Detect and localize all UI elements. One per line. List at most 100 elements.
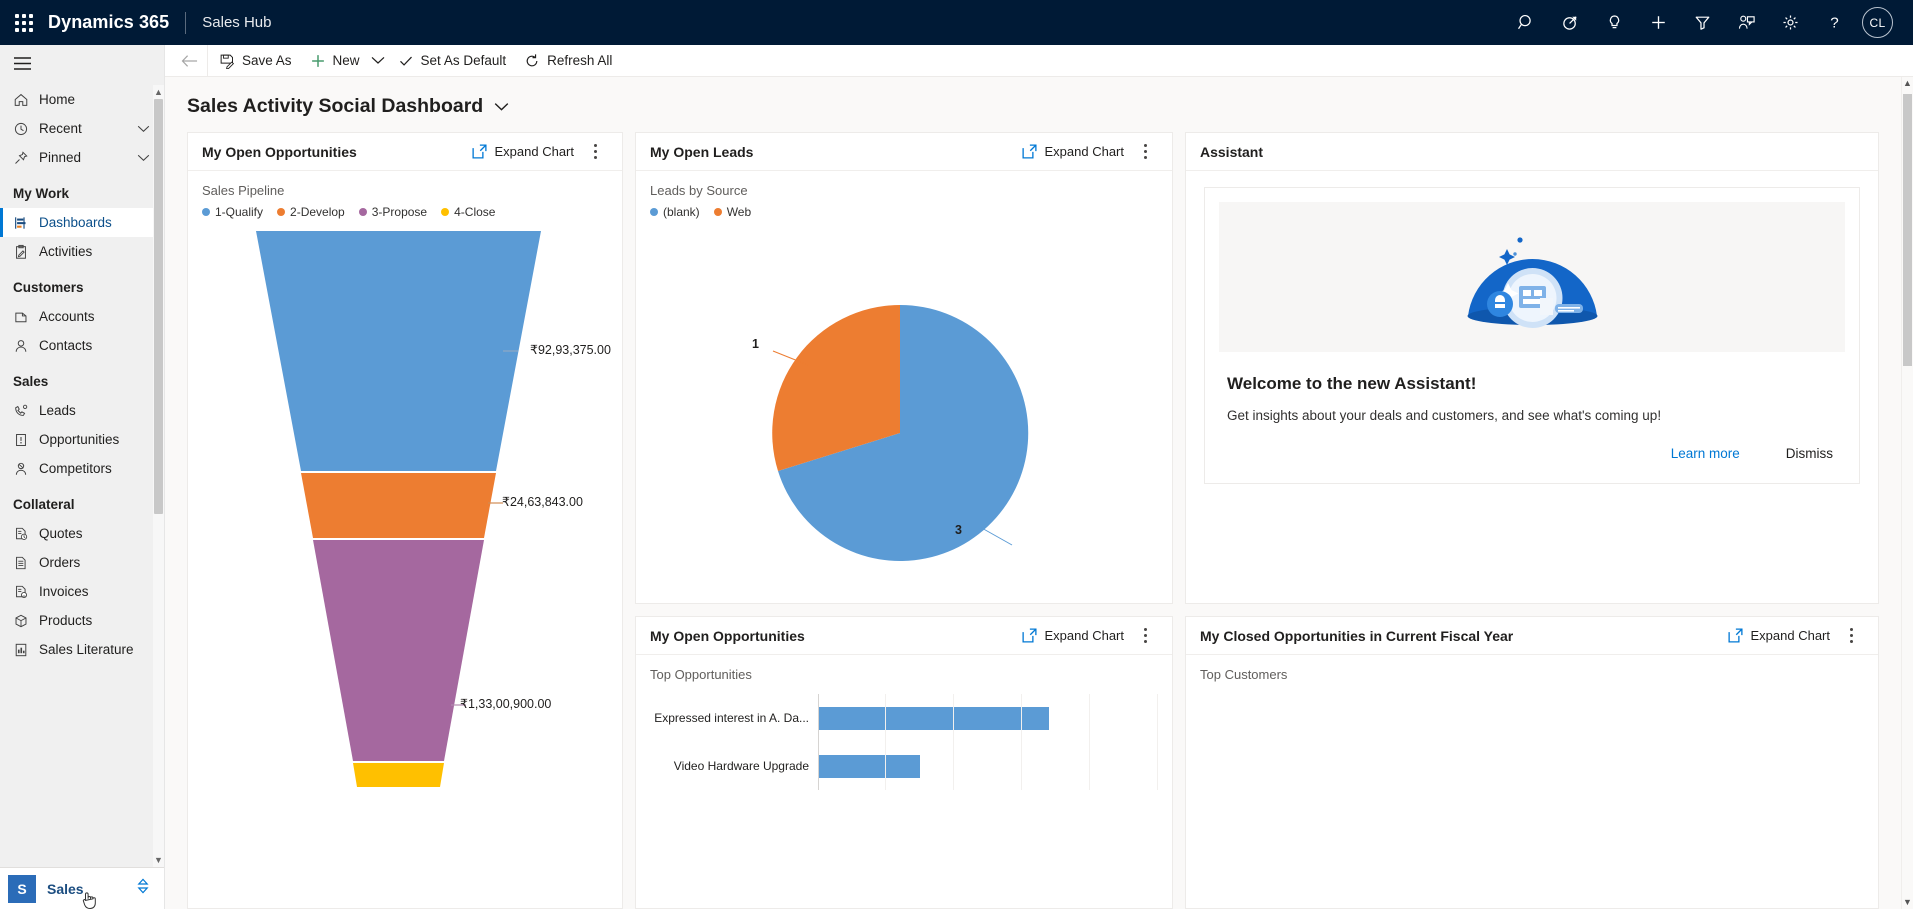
save-as-icon <box>219 53 235 69</box>
sidebar-item-sales-literature[interactable]: Sales Literature <box>0 635 164 664</box>
home-icon <box>13 92 39 108</box>
sitemap-toggle-button[interactable] <box>0 45 164 81</box>
opportunities-icon <box>13 432 39 448</box>
dashboard-scroll-thumb[interactable] <box>1903 94 1912 366</box>
legend-item[interactable]: (blank) <box>650 205 700 219</box>
dashboard-area: Sales Activity Social Dashboard My Open … <box>165 77 1913 909</box>
svg-text:?: ? <box>1830 15 1838 32</box>
dashboard-scrollbar[interactable]: ▲ ▼ <box>1901 77 1913 909</box>
legend-color-swatch <box>441 208 449 216</box>
app-badge: S <box>8 875 36 903</box>
lightbulb-icon[interactable] <box>1592 0 1636 45</box>
new-dropdown-chevron-icon[interactable] <box>369 45 389 77</box>
chart-subtitle: Sales Pipeline <box>202 183 608 198</box>
help-icon[interactable]: ? <box>1812 0 1856 45</box>
sidebar-item-leads[interactable]: Leads <box>0 396 164 425</box>
dashboard-column-3: Assistant <box>1185 132 1879 909</box>
leads-icon <box>13 403 39 419</box>
sidebar-item-quotes[interactable]: Quotes <box>0 519 164 548</box>
dismiss-button[interactable]: Dismiss <box>1786 446 1833 461</box>
legend-item[interactable]: 3-Propose <box>359 205 427 219</box>
invoices-icon <box>13 584 39 600</box>
sales-literature-icon <box>13 642 39 658</box>
card-more-options-button[interactable] <box>1838 623 1864 649</box>
main-content: Save As New Set As Default <box>165 45 1913 909</box>
card-assistant: Assistant <box>1185 132 1879 604</box>
legend-item[interactable]: 2-Develop <box>277 205 345 219</box>
sidebar-item-accounts[interactable]: Accounts <box>0 302 164 331</box>
feedback-icon[interactable] <box>1724 0 1768 45</box>
sidebar-item-label: Dashboards <box>39 215 164 230</box>
bar-category-label: Expressed interest in A. Da... <box>650 711 818 725</box>
scroll-down-icon[interactable]: ▼ <box>1903 896 1912 909</box>
app-switcher-chevron-icon[interactable] <box>136 877 156 900</box>
filter-icon[interactable] <box>1680 0 1724 45</box>
pie-data-label-web: 1 <box>752 337 759 351</box>
sidebar-scrollbar[interactable]: ▲ ▼ <box>153 85 164 867</box>
sidebar-item-opportunities[interactable]: Opportunities <box>0 425 164 454</box>
sidebar-scroll-track[interactable] <box>153 99 164 853</box>
clock-icon <box>13 121 39 137</box>
back-button[interactable] <box>173 54 205 68</box>
sidebar-item-competitors[interactable]: Competitors <box>0 454 164 483</box>
dashboard-scroll-track[interactable] <box>1902 90 1913 896</box>
set-as-default-button[interactable]: Set As Default <box>389 45 516 77</box>
user-avatar[interactable]: CL <box>1862 7 1893 38</box>
bar-row[interactable]: Video Hardware Upgrade <box>650 742 1158 790</box>
command-bar-divider <box>207 45 208 77</box>
scroll-up-icon[interactable]: ▲ <box>154 85 163 99</box>
expand-chart-button[interactable]: Expand Chart <box>472 144 575 159</box>
bar-axis-line <box>818 694 819 742</box>
new-button[interactable]: New <box>301 45 369 77</box>
sidebar-item-contacts[interactable]: Contacts <box>0 331 164 360</box>
sidebar-item-home[interactable]: Home <box>0 85 164 114</box>
app-name-label[interactable]: Sales Hub <box>186 14 271 31</box>
app-switcher[interactable]: S Sales <box>0 867 164 909</box>
bar-gridlines <box>818 742 1158 790</box>
scroll-up-icon[interactable]: ▲ <box>1903 77 1912 90</box>
diagnostics-icon[interactable] <box>1548 0 1592 45</box>
card-header: Assistant <box>1186 133 1878 171</box>
card-body: Top Opportunities Expressed interest in … <box>636 655 1172 908</box>
card-body: Top Customers <box>1186 655 1878 908</box>
sidebar-scroll-thumb[interactable] <box>154 99 163 514</box>
card-more-options-button[interactable] <box>1132 139 1158 165</box>
legend-color-swatch <box>359 208 367 216</box>
sidebar-item-dashboards[interactable]: Dashboards <box>0 208 164 237</box>
card-title: My Closed Opportunities in Current Fisca… <box>1200 628 1513 644</box>
learn-more-link[interactable]: Learn more <box>1671 446 1740 461</box>
horizontal-bar-chart[interactable]: Expressed interest in A. Da... <box>650 694 1158 790</box>
bar-row[interactable]: Expressed interest in A. Da... <box>650 694 1158 742</box>
expand-chart-button[interactable]: Expand Chart <box>1022 144 1125 159</box>
plus-icon[interactable] <box>1636 0 1680 45</box>
legend-label: 4-Close <box>454 205 495 219</box>
funnel-legend: 1-Qualify 2-Develop 3-Propose <box>202 205 608 219</box>
refresh-all-button[interactable]: Refresh All <box>515 45 621 77</box>
card-more-options-button[interactable] <box>1132 623 1158 649</box>
activities-icon <box>13 244 39 260</box>
sidebar-item-pinned[interactable]: Pinned <box>0 143 164 172</box>
card-more-options-button[interactable] <box>582 139 608 165</box>
legend-item[interactable]: 4-Close <box>441 205 495 219</box>
sidebar-item-orders[interactable]: Orders <box>0 548 164 577</box>
legend-label: 3-Propose <box>372 205 427 219</box>
dashboard-selector-chevron-icon[interactable] <box>494 102 509 112</box>
sidebar-item-products[interactable]: Products <box>0 606 164 635</box>
brand-title[interactable]: Dynamics 365 <box>48 12 185 33</box>
expand-chart-icon <box>1022 144 1037 159</box>
scroll-down-icon[interactable]: ▼ <box>154 853 163 867</box>
hamburger-icon <box>14 57 31 70</box>
new-label: New <box>333 53 360 68</box>
dashboard-grid: My Open Opportunities Expand Chart <box>187 132 1901 909</box>
expand-chart-button[interactable]: Expand Chart <box>1022 628 1125 643</box>
expand-chart-button[interactable]: Expand Chart <box>1728 628 1831 643</box>
sidebar-item-recent[interactable]: Recent <box>0 114 164 143</box>
save-as-button[interactable]: Save As <box>210 45 301 77</box>
legend-item[interactable]: Web <box>714 205 751 219</box>
settings-gear-icon[interactable] <box>1768 0 1812 45</box>
app-launcher-button[interactable] <box>0 14 48 32</box>
search-icon[interactable] <box>1504 0 1548 45</box>
sidebar-item-activities[interactable]: Activities <box>0 237 164 266</box>
legend-item[interactable]: 1-Qualify <box>202 205 263 219</box>
sidebar-item-invoices[interactable]: Invoices <box>0 577 164 606</box>
